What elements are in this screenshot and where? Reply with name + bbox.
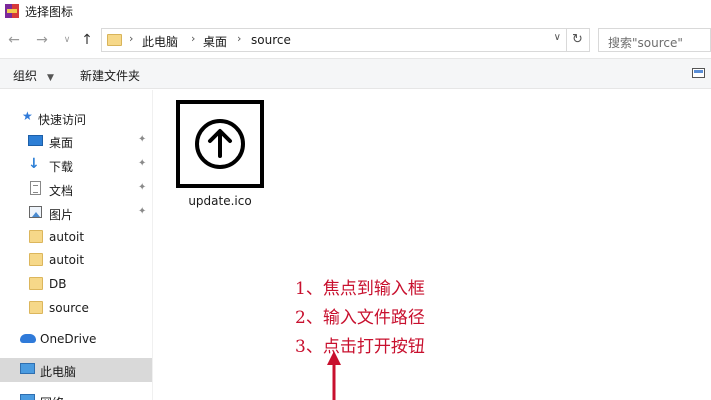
forward-arrow-icon[interactable]: → bbox=[33, 30, 51, 50]
up-arrow-icon[interactable]: ↑ bbox=[78, 30, 96, 50]
title-bar: 选择图标 bbox=[0, 0, 711, 22]
upload-arrow-icon bbox=[195, 119, 245, 169]
window-title: 选择图标 bbox=[25, 5, 74, 19]
new-folder-button[interactable]: 新建文件夹 bbox=[80, 67, 140, 84]
annotation-arrow-icon bbox=[327, 351, 341, 400]
pane-divider[interactable] bbox=[152, 90, 153, 400]
computer-icon bbox=[20, 363, 35, 374]
file-name: update.ico bbox=[188, 194, 252, 208]
organize-button[interactable]: 组织 ▼ bbox=[13, 67, 54, 84]
star-icon: ★ bbox=[22, 109, 33, 123]
annotation-step-2: 2、输入文件路径 bbox=[295, 308, 425, 328]
sidebar-item-label: 图片 bbox=[49, 208, 74, 222]
sidebar-item-this-pc[interactable]: 此电脑 bbox=[0, 358, 152, 382]
file-item[interactable]: update.ico bbox=[172, 98, 268, 213]
search-input[interactable]: 搜索"source" bbox=[598, 28, 711, 52]
chevron-right-icon[interactable]: › bbox=[237, 32, 241, 45]
file-thumbnail bbox=[176, 100, 264, 188]
picture-icon bbox=[29, 206, 42, 218]
search-placeholder: 搜索"source" bbox=[608, 36, 683, 50]
sidebar-item-label: 快速访问 bbox=[38, 113, 87, 127]
network-icon bbox=[20, 394, 35, 400]
chevron-right-icon[interactable]: › bbox=[191, 32, 195, 45]
desktop-icon bbox=[28, 135, 43, 146]
refresh-icon[interactable]: ↻ bbox=[566, 28, 590, 52]
chevron-down-icon[interactable]: ∨ bbox=[58, 30, 76, 50]
sidebar-item-onedrive[interactable]: OneDrive bbox=[0, 327, 152, 351]
sidebar-item-pictures[interactable]: 图片 ✦ bbox=[0, 201, 152, 225]
folder-icon bbox=[29, 253, 43, 266]
sidebar-item-label: autoit bbox=[49, 230, 85, 244]
sidebar-item-network[interactable]: 网络 bbox=[0, 389, 152, 400]
caret-down-icon: ▼ bbox=[47, 73, 54, 83]
pin-icon[interactable]: ✦ bbox=[138, 134, 146, 145]
sidebar-item-label: 下载 bbox=[49, 160, 74, 174]
sidebar-item-label: autoit bbox=[49, 253, 85, 267]
preview-pane-icon[interactable] bbox=[692, 68, 705, 78]
pin-icon[interactable]: ✦ bbox=[138, 182, 146, 193]
command-bar: 组织 ▼ 新建文件夹 bbox=[0, 58, 711, 89]
sidebar-item-documents[interactable]: 文档 ✦ bbox=[0, 177, 152, 201]
folder-icon bbox=[29, 277, 43, 290]
sidebar-item-label: DB bbox=[49, 277, 67, 291]
breadcrumb-source[interactable]: source bbox=[251, 33, 291, 47]
folder-icon bbox=[29, 301, 43, 314]
navigation-pane: ★ 快速访问 桌面 ✦ ↓ 下载 ✦ 文档 ✦ 图片 ✦ autoit auto… bbox=[0, 90, 152, 400]
breadcrumb-this-pc[interactable]: 此电脑 bbox=[142, 33, 178, 50]
chevron-right-icon[interactable]: › bbox=[129, 32, 133, 45]
annotation-step-1: 1、焦点到输入框 bbox=[295, 279, 425, 299]
winrar-app-icon bbox=[5, 4, 19, 18]
chevron-down-icon[interactable]: ∨ bbox=[554, 32, 561, 43]
back-arrow-icon[interactable]: ← bbox=[5, 30, 23, 50]
pin-icon[interactable]: ✦ bbox=[138, 158, 146, 169]
sidebar-item-label: 文档 bbox=[49, 184, 74, 198]
sidebar-item-label: OneDrive bbox=[40, 332, 97, 346]
cloud-icon bbox=[20, 334, 36, 343]
sidebar-item-label: 此电脑 bbox=[40, 365, 77, 379]
navigation-row: ← → ∨ ↑ › 此电脑 › 桌面 › source ∨ ↻ 搜索"sourc… bbox=[0, 27, 711, 53]
sidebar-item-desktop[interactable]: 桌面 ✦ bbox=[0, 129, 152, 153]
folder-icon bbox=[29, 230, 43, 243]
sidebar-item-db[interactable]: DB bbox=[0, 272, 152, 296]
address-bar[interactable]: › 此电脑 › 桌面 › source ∨ bbox=[101, 28, 567, 52]
document-icon bbox=[30, 181, 41, 195]
breadcrumb-desktop[interactable]: 桌面 bbox=[203, 33, 227, 50]
sidebar-item-label: 网络 bbox=[40, 394, 64, 400]
sidebar-item-label: source bbox=[49, 301, 89, 315]
sidebar-item-quick-access[interactable]: ★ 快速访问 bbox=[0, 106, 152, 130]
organize-label: 组织 bbox=[13, 69, 38, 83]
download-icon: ↓ bbox=[28, 156, 40, 172]
sidebar-item-autoit[interactable]: autoit bbox=[0, 225, 152, 249]
sidebar-item-source[interactable]: source bbox=[0, 296, 152, 320]
sidebar-item-downloads[interactable]: ↓ 下载 ✦ bbox=[0, 153, 152, 177]
pin-icon[interactable]: ✦ bbox=[138, 206, 146, 217]
sidebar-item-label: 桌面 bbox=[49, 136, 74, 150]
sidebar-item-autoit-2[interactable]: autoit bbox=[0, 248, 152, 272]
folder-icon bbox=[107, 34, 122, 46]
